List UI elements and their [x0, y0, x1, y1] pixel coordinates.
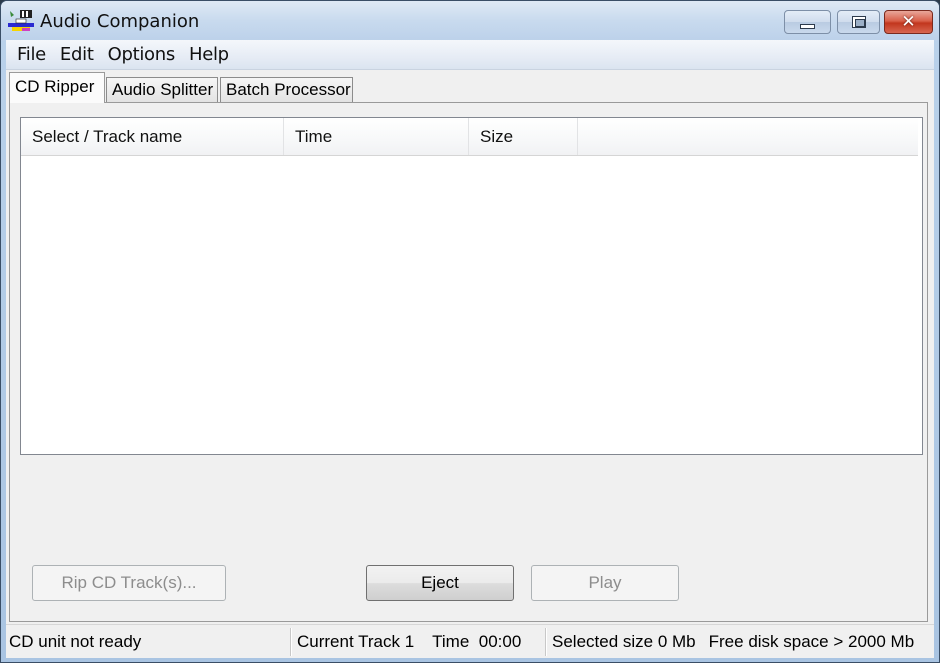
status-separator — [545, 628, 547, 656]
audio-companion-icon — [8, 10, 34, 31]
column-header-track-name[interactable]: Select / Track name — [21, 118, 284, 155]
column-header-time[interactable]: Time — [284, 118, 469, 155]
column-header-size[interactable]: Size — [469, 118, 578, 155]
current-track: Current Track 1 — [297, 632, 415, 651]
free-disk-space: Free disk space > 2000 Mb — [708, 632, 915, 651]
menu-file[interactable]: File — [10, 44, 53, 65]
tab-batch-processor[interactable]: Batch Processor — [220, 77, 353, 102]
maximize-button[interactable] — [837, 10, 880, 34]
disk-panel: Selected size 0 Mb Free disk space > 2000… — [549, 628, 934, 656]
eject-button[interactable]: Eject — [366, 565, 514, 601]
play-button[interactable]: Play — [531, 565, 679, 601]
tab-cd-ripper[interactable]: CD Ripper — [9, 72, 105, 103]
column-header-filler — [578, 118, 918, 155]
menu-options[interactable]: Options — [101, 44, 182, 65]
maximize-icon — [851, 16, 866, 28]
tab-audio-splitter[interactable]: Audio Splitter — [106, 77, 218, 102]
menu-help[interactable]: Help — [182, 44, 236, 65]
close-button[interactable]: ✕ — [884, 10, 933, 34]
window-title: Audio Companion — [40, 11, 200, 32]
track-list[interactable]: Select / Track name Time Size — [20, 117, 923, 455]
tab-strip: CD Ripper Audio Splitter Batch Processor — [6, 72, 934, 103]
menu-bar: File Edit Options Help — [6, 40, 934, 70]
menu-edit[interactable]: Edit — [53, 44, 101, 65]
status-bar: CD unit not ready Current Track 1 Time 00… — [6, 624, 934, 658]
track-list-header: Select / Track name Time Size — [21, 118, 918, 156]
status-separator — [290, 628, 292, 656]
cd-ripper-panel: Select / Track name Time Size Rip CD Tra… — [9, 102, 928, 622]
track-time: Time 00:00 — [432, 632, 522, 651]
client-area: File Edit Options Help CD Ripper Audio S… — [6, 40, 934, 658]
app-window: Audio Companion ✕ File Edit Options Help… — [0, 0, 940, 663]
cd-status: CD unit not ready — [9, 632, 142, 651]
minimize-icon — [800, 23, 815, 29]
selected-size: Selected size 0 Mb — [552, 632, 696, 651]
track-time-panel: Current Track 1 Time 00:00 — [294, 628, 544, 656]
close-icon: ✕ — [901, 12, 916, 32]
minimize-button[interactable] — [784, 10, 831, 34]
rip-cd-tracks-button[interactable]: Rip CD Track(s)... — [32, 565, 226, 601]
track-list-body[interactable] — [21, 156, 922, 454]
title-bar[interactable]: Audio Companion ✕ — [1, 1, 939, 41]
